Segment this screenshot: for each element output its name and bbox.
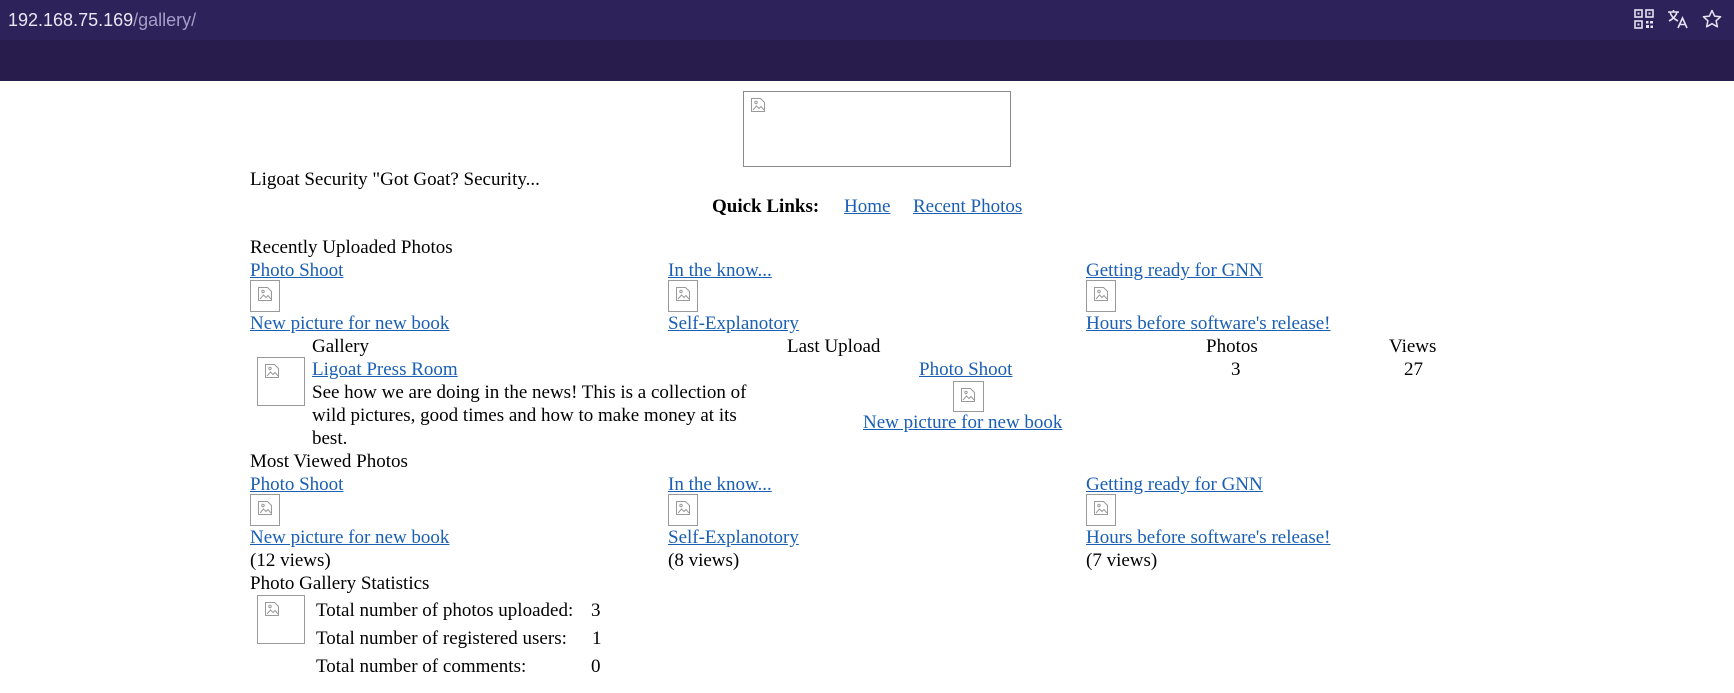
last-upload-title-link[interactable]: Photo Shoot: [919, 359, 1012, 381]
browser-toolbar-strip: [0, 40, 1734, 81]
last-upload-caption-link[interactable]: New picture for new book: [863, 412, 1062, 434]
table-header-photos: Photos: [1206, 336, 1258, 357]
most-viewed-title-link[interactable]: Getting ready for GNN: [1086, 474, 1263, 496]
stat-value: 3: [591, 600, 601, 621]
gallery-description: See how we are doing in the news! This i…: [312, 382, 747, 403]
gallery-thumbnail[interactable]: [257, 357, 305, 406]
most-viewed-thumbnail[interactable]: [250, 494, 280, 526]
stat-label: Total number of photos uploaded:: [316, 600, 574, 621]
stat-value: 1: [592, 628, 602, 649]
gallery-views-count: 27: [1404, 359, 1423, 380]
recent-photo-title-link[interactable]: Photo Shoot: [250, 260, 343, 282]
most-viewed-heading: Most Viewed Photos: [250, 451, 408, 472]
most-viewed-title-link[interactable]: Photo Shoot: [250, 474, 343, 496]
most-viewed-thumbnail[interactable]: [668, 494, 698, 526]
stat-label: Total number of registered users:: [316, 628, 567, 649]
table-header-views: Views: [1389, 336, 1437, 357]
url-path: /gallery/: [133, 10, 197, 30]
recent-photo-title-link[interactable]: Getting ready for GNN: [1086, 260, 1263, 282]
bookmark-star-icon[interactable]: [1701, 9, 1723, 31]
gallery-name-link[interactable]: Ligoat Press Room: [312, 359, 458, 381]
recent-photo-caption-link[interactable]: Hours before software's release!: [1086, 313, 1331, 335]
last-upload-thumbnail[interactable]: [953, 381, 984, 412]
most-viewed-views: (7 views): [1086, 550, 1158, 571]
recent-photos-heading: Recently Uploaded Photos: [250, 237, 453, 258]
stats-image: [257, 595, 305, 644]
site-logo-image: [743, 91, 1011, 167]
table-header-gallery: Gallery: [312, 336, 369, 357]
gallery-description: wild pictures, good times and how to mak…: [312, 405, 737, 426]
qr-code-icon[interactable]: [1633, 9, 1655, 31]
most-viewed-caption-link[interactable]: Self-Explanotory: [668, 527, 799, 549]
most-viewed-caption-link[interactable]: New picture for new book: [250, 527, 449, 549]
quick-links-label: Quick Links:: [712, 196, 820, 217]
quick-link-recent-photos[interactable]: Recent Photos: [913, 196, 1022, 218]
translate-icon[interactable]: [1667, 9, 1689, 31]
url-field[interactable]: 192.168.75.169/gallery/: [8, 9, 196, 31]
most-viewed-caption-link[interactable]: Hours before software's release!: [1086, 527, 1331, 549]
recent-photo-caption-link[interactable]: Self-Explanotory: [668, 313, 799, 335]
stat-label: Total number of comments:: [316, 656, 527, 677]
quick-link-home[interactable]: Home: [844, 196, 890, 218]
browser-address-bar: [0, 0, 1734, 40]
most-viewed-title-link[interactable]: In the know...: [668, 474, 772, 496]
most-viewed-views: (8 views): [668, 550, 740, 571]
recent-photo-caption-link[interactable]: New picture for new book: [250, 313, 449, 335]
stat-value: 0: [591, 656, 601, 677]
most-viewed-views: (12 views): [250, 550, 331, 571]
recent-photo-thumbnail[interactable]: [250, 280, 280, 312]
stats-heading: Photo Gallery Statistics: [250, 573, 430, 594]
url-host: 192.168.75.169: [8, 10, 134, 30]
gallery-description: best.: [312, 428, 348, 449]
table-header-last-upload: Last Upload: [787, 336, 881, 357]
recent-photo-title-link[interactable]: In the know...: [668, 260, 772, 282]
site-tagline: Ligoat Security "Got Goat? Security...: [250, 169, 540, 190]
most-viewed-thumbnail[interactable]: [1086, 494, 1116, 526]
gallery-photos-count: 3: [1231, 359, 1241, 380]
recent-photo-thumbnail[interactable]: [1086, 280, 1116, 312]
recent-photo-thumbnail[interactable]: [668, 280, 698, 312]
